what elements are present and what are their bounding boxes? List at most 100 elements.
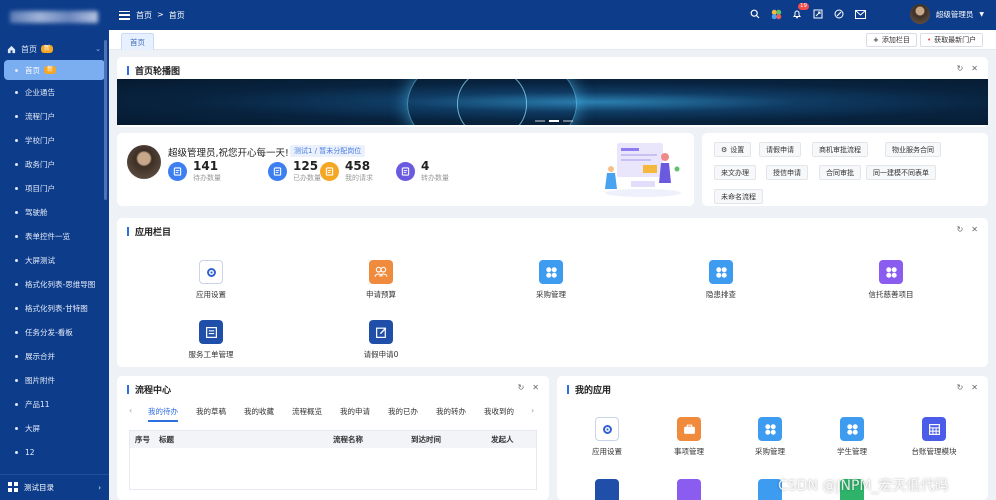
bell-icon[interactable]: 19 (791, 3, 809, 20)
sidebar-item[interactable]: 学校门户 (0, 128, 109, 152)
sidebar-item[interactable]: 大屏 (0, 416, 109, 440)
table-column-header[interactable]: 发起人 (486, 434, 536, 445)
sidebar-item[interactable]: 流程门户 (0, 104, 109, 128)
shortcut-chip[interactable]: 请假申请 (759, 142, 801, 157)
shortcut-chip[interactable]: 未命名流程 (714, 189, 763, 204)
sidebar-item-label: 学校门户 (25, 135, 55, 145)
greeting: 超级管理员,祝您开心每一天! (168, 148, 289, 159)
settings-chip[interactable]: ⚙ 设置 (714, 142, 752, 157)
app-name: 应用设置 (592, 447, 622, 456)
app-tile[interactable]: 学生管理 (807, 417, 897, 457)
sidebar-item[interactable]: 驾驶舱 (0, 200, 109, 224)
sidebar-item[interactable]: 格式化列表-思维导图 (0, 272, 109, 296)
sidebar-item[interactable]: 任务分发-看板 (0, 320, 109, 344)
app-tile[interactable]: 台账管理模块 (889, 417, 979, 457)
stat-item[interactable]: 141 待办数量 (168, 160, 221, 183)
table-column-header[interactable]: 流程名称 (328, 434, 406, 445)
close-icon[interactable]: ✕ (971, 64, 978, 73)
app-tile[interactable]: 采购管理 (506, 260, 596, 300)
sidebar-group-home[interactable]: 首页 新 ⌄ (0, 40, 109, 58)
app-logo (0, 0, 109, 34)
flow-tab[interactable]: 我收到的 (484, 406, 514, 417)
sidebar-item-label: 政务门户 (25, 159, 55, 169)
sidebar-item-label: 项目门户 (25, 183, 55, 193)
sidebar-item[interactable]: 项目门户 (0, 176, 109, 200)
shortcut-chip[interactable]: 同一建模不同表单 (866, 165, 936, 180)
flow-tab[interactable]: 我的转办 (436, 406, 466, 417)
user-menu[interactable]: 超级管理员 ▼ (909, 4, 984, 24)
app-tile[interactable]: 应用设置 (166, 260, 256, 300)
app-tile[interactable]: 信托慈善项目 (846, 260, 936, 300)
username: 超级管理员 (935, 9, 974, 19)
chevron-right-icon: › (98, 483, 101, 492)
sidebar-item[interactable]: 展示合并 (0, 344, 109, 368)
flow-tab[interactable]: 我的申请 (340, 406, 370, 417)
flow-tab[interactable]: 流程概览 (292, 406, 322, 417)
search-icon[interactable] (749, 8, 761, 20)
app-tile[interactable]: 隐患排查 (676, 260, 766, 300)
sidebar-item-label: 格式化列表-思维导图 (25, 279, 96, 289)
tab-home[interactable]: 首页 (121, 33, 154, 50)
table-column-header[interactable]: 标题 (154, 434, 328, 445)
refresh-icon[interactable]: ↻ (957, 64, 964, 73)
refresh-icon[interactable]: ↻ (957, 225, 964, 234)
sidebar-item[interactable]: 12 (0, 440, 109, 464)
app-tile[interactable]: 服务工单管理 (166, 320, 256, 360)
refresh-icon[interactable]: ↻ (518, 383, 525, 392)
stat-item[interactable]: 4 转办数量 (396, 160, 449, 183)
app-tile[interactable]: 应用设置 (562, 417, 652, 457)
flow-tab[interactable]: 我的草稿 (196, 406, 226, 417)
sidebar-item[interactable]: 企业通告 (0, 80, 109, 104)
edit-icon (369, 320, 393, 344)
flow-tab[interactable]: 我的已办 (388, 406, 418, 417)
grid-icon (709, 260, 733, 284)
close-icon[interactable]: ✕ (971, 383, 978, 392)
fullscreen-icon[interactable] (812, 8, 824, 20)
sidebar-item-test-directory[interactable]: 测试目录 › (0, 474, 109, 500)
close-icon[interactable]: ✕ (971, 225, 978, 234)
sidebar-item[interactable]: 产品11 (0, 392, 109, 416)
flow-tab[interactable]: 我的收藏 (244, 406, 274, 417)
breadcrumb-item[interactable]: 首页 (136, 10, 152, 21)
table-column-header[interactable]: 到达时间 (406, 434, 486, 445)
shortcut-chip[interactable]: 授信申请 (766, 165, 808, 180)
shortcut-chip[interactable]: 物业服务合同 (885, 142, 941, 157)
sidebar-item[interactable]: 政务门户 (0, 152, 109, 176)
mail-icon[interactable] (854, 8, 866, 20)
shortcut-chip[interactable]: 来文办理 (714, 165, 756, 180)
sidebar-item[interactable]: 图片附件 (0, 368, 109, 392)
carousel-panel: 首页轮播图 ↻ ✕ (117, 57, 988, 127)
chevron-left-icon[interactable]: ‹ (129, 406, 132, 415)
apps-colorful-icon[interactable] (770, 8, 782, 20)
shortcut-chip[interactable]: 合同审批 (819, 165, 861, 180)
sidebar-item[interactable]: 表单控件一览 (0, 224, 109, 248)
close-icon[interactable]: ✕ (532, 383, 539, 392)
sidebar-item[interactable]: 大屏测试 (0, 248, 109, 272)
chevron-right-icon[interactable]: › (531, 406, 534, 415)
theme-icon[interactable] (833, 8, 845, 20)
refresh-icon[interactable]: ↻ (957, 383, 964, 392)
app-tile[interactable]: 申请预算 (336, 260, 426, 300)
avatar[interactable] (909, 4, 930, 24)
carousel-banner[interactable] (117, 79, 988, 125)
sidebar-item[interactable]: 首页新 (4, 60, 105, 80)
carousel-indicators[interactable] (535, 120, 573, 122)
stat-item[interactable]: 125 已办数量 (268, 160, 321, 183)
app-tile[interactable]: 事项管理 (644, 417, 734, 457)
grid-icon (539, 260, 563, 284)
add-column-button[interactable]: + 添加栏目 (866, 33, 917, 47)
shortcut-chip[interactable]: 商机审批流程 (812, 142, 868, 157)
sidebar-item-label: 展示合并 (25, 351, 55, 361)
table-column-header[interactable]: 序号 (130, 434, 154, 445)
app-tile[interactable]: 请假申请0 (336, 320, 426, 360)
sidebar-scrollbar[interactable] (104, 40, 107, 200)
flow-tab[interactable]: 我的待办 (148, 406, 178, 417)
stat-item[interactable]: 458 我的请求 (320, 160, 373, 183)
sidebar-item[interactable]: 格式化列表-甘特图 (0, 296, 109, 320)
grid-icon (840, 417, 864, 441)
get-latest-portal-button[interactable]: • 获取最新门户 (920, 33, 984, 47)
menu-toggle-icon[interactable] (119, 10, 130, 20)
app-tile[interactable]: 采购管理 (725, 417, 815, 457)
panel-controls: ↻ ✕ (957, 225, 978, 234)
welcome-panel: 超级管理员,祝您开心每一天! 测试1 / 暂未分配岗位 141 待办数量 125 已办… (117, 133, 694, 206)
